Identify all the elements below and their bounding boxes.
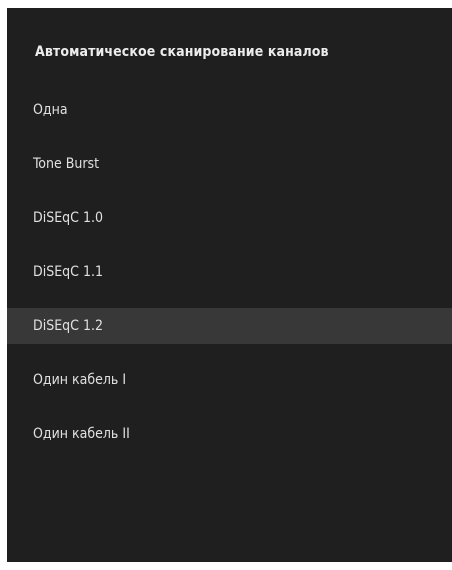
panel-title: Автоматическое сканирование каналов (35, 44, 329, 60)
option-single-cable-1[interactable]: Один кабель I (7, 353, 452, 407)
option-diseqc-1-2[interactable]: DiSEqC 1.2 (7, 308, 452, 344)
option-single-cable-2[interactable]: Один кабель II (7, 407, 452, 461)
channel-scan-panel: Автоматическое сканирование каналов Одна… (7, 8, 452, 562)
option-odna[interactable]: Одна (7, 83, 452, 137)
option-diseqc-1-1[interactable]: DiSEqC 1.1 (7, 245, 452, 299)
option-diseqc-1-0[interactable]: DiSEqC 1.0 (7, 191, 452, 245)
option-tone-burst[interactable]: Tone Burst (7, 137, 452, 191)
scan-options-list: Одна Tone Burst DiSEqC 1.0 DiSEqC 1.1 Di… (7, 83, 452, 461)
